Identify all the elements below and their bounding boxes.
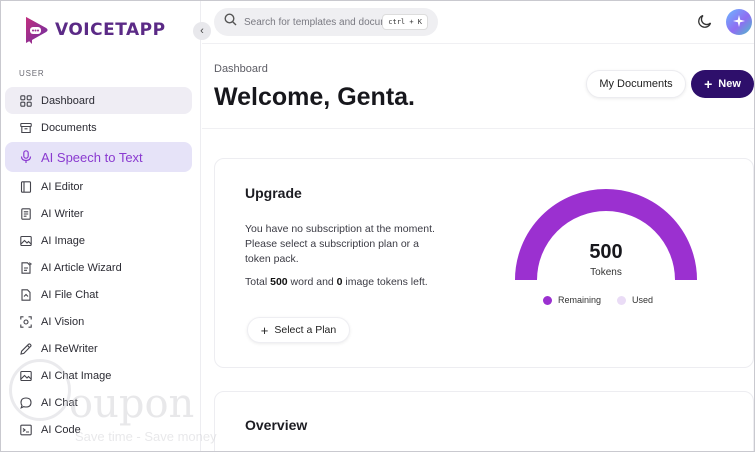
- sidebar-collapse-button[interactable]: ‹: [193, 22, 211, 40]
- sidebar-item-label: AI Writer: [41, 207, 84, 220]
- overview-title: Overview: [245, 417, 308, 433]
- tokens-remaining-text: Total 500 word and 0 image tokens left.: [245, 275, 445, 290]
- sidebar-item-ai-editor[interactable]: AI Editor: [5, 173, 192, 200]
- upgrade-card: Upgrade You have no subscription at the …: [214, 158, 754, 368]
- legend-remaining: Remaining: [543, 295, 601, 305]
- sidebar-item-ai-chat-image[interactable]: AI Chat Image: [5, 362, 192, 389]
- chevron-left-icon: ‹: [200, 25, 204, 37]
- sidebar-item-label: AI File Chat: [41, 288, 99, 301]
- sidebar-item-ai-image[interactable]: AI Image: [5, 227, 192, 254]
- select-plan-button[interactable]: + Select a Plan: [247, 317, 350, 343]
- legend-used-label: Used: [632, 295, 654, 305]
- dark-mode-toggle[interactable]: [697, 13, 715, 31]
- sparkle-icon: [732, 14, 746, 31]
- user-avatar[interactable]: [726, 9, 752, 35]
- terminal-icon: [19, 423, 33, 437]
- sidebar-item-label: AI Speech to Text: [41, 149, 143, 165]
- sidebar-item-label: AI Image: [41, 234, 86, 247]
- sidebar-section-label: USER: [19, 69, 45, 78]
- sidebar-item-ai-code[interactable]: AI Code: [5, 416, 192, 443]
- sidebar: VOICETAPP USER Dashboard Documents AI Sp…: [1, 1, 201, 451]
- my-documents-button[interactable]: My Documents: [586, 70, 686, 98]
- book-icon: [19, 180, 33, 194]
- legend-remaining-label: Remaining: [558, 295, 602, 305]
- sidebar-item-ai-rewriter[interactable]: AI ReWriter: [5, 335, 192, 362]
- app-logo[interactable]: VOICETAPP: [23, 15, 166, 45]
- image-icon: [19, 369, 33, 383]
- overview-card: Overview: [214, 391, 754, 451]
- sidebar-item-label: Documents: [41, 121, 97, 134]
- scan-icon: [19, 315, 33, 329]
- gauge-label: Tokens: [590, 267, 622, 278]
- pen-icon: [19, 342, 33, 356]
- archive-icon: [19, 121, 33, 135]
- legend-used-dot: [617, 295, 627, 305]
- sidebar-item-label: AI Chat: [41, 396, 78, 409]
- sidebar-nav: Dashboard Documents AI Speech to Text AI…: [5, 87, 192, 443]
- plus-icon: +: [260, 322, 269, 338]
- breadcrumb[interactable]: Dashboard: [214, 63, 268, 75]
- upgrade-description: You have no subscription at the moment. …: [245, 223, 435, 265]
- select-plan-label: Select a Plan: [274, 324, 337, 336]
- search-shortcut-badge: ctrl + K: [382, 14, 428, 30]
- plus-icon: +: [704, 76, 713, 92]
- sidebar-item-dashboard[interactable]: Dashboard: [5, 87, 192, 114]
- microphone-icon: [19, 150, 33, 164]
- gauge-value: 500: [589, 241, 623, 263]
- my-documents-label: My Documents: [599, 78, 673, 90]
- legend-used: Used: [617, 295, 653, 305]
- search-bar[interactable]: ctrl + K: [214, 8, 438, 36]
- grid-icon: [19, 94, 33, 108]
- sidebar-item-ai-speech-to-text[interactable]: AI Speech to Text: [5, 142, 192, 172]
- logo-icon: [23, 15, 49, 45]
- chat-icon: [19, 396, 33, 410]
- tokens-suffix: image tokens left.: [342, 276, 428, 288]
- sidebar-item-label: Dashboard: [41, 94, 95, 107]
- app-name: VOICETAPP: [55, 20, 166, 40]
- header-divider: [202, 43, 754, 44]
- sidebar-item-label: AI Code: [41, 423, 81, 436]
- app-window: VOICETAPP USER Dashboard Documents AI Sp…: [0, 0, 755, 452]
- wizard-icon: [19, 261, 33, 275]
- new-label: New: [718, 78, 741, 90]
- document-icon: [19, 207, 33, 221]
- search-input[interactable]: [244, 16, 384, 28]
- sidebar-item-label: AI Article Wizard: [41, 261, 122, 274]
- sidebar-item-documents[interactable]: Documents: [5, 114, 192, 141]
- page-title: Welcome, Genta.: [214, 83, 415, 111]
- content-divider: [202, 128, 754, 129]
- upgrade-title: Upgrade: [245, 185, 302, 201]
- tokens-prefix: Total: [245, 276, 271, 288]
- sidebar-item-ai-vision[interactable]: AI Vision: [5, 308, 192, 335]
- new-button[interactable]: + New: [691, 70, 754, 98]
- sidebar-item-ai-article-wizard[interactable]: AI Article Wizard: [5, 254, 192, 281]
- search-icon: [224, 13, 237, 31]
- word-tokens-count: 500: [270, 276, 288, 288]
- legend-remaining-dot: [543, 295, 552, 305]
- tokens-mid: word and: [287, 276, 337, 288]
- sidebar-item-ai-writer[interactable]: AI Writer: [5, 200, 192, 227]
- sidebar-item-label: AI ReWriter: [41, 342, 98, 355]
- sidebar-item-ai-chat[interactable]: AI Chat: [5, 389, 192, 416]
- moon-icon: [697, 14, 713, 33]
- sidebar-item-label: AI Chat Image: [41, 369, 112, 382]
- sidebar-item-label: AI Editor: [41, 180, 84, 193]
- file-chat-icon: [19, 288, 33, 302]
- image-icon: [19, 234, 33, 248]
- sidebar-item-ai-file-chat[interactable]: AI File Chat: [5, 281, 192, 308]
- gauge-legend: Remaining Used: [543, 295, 653, 305]
- sidebar-item-label: AI Vision: [41, 315, 85, 328]
